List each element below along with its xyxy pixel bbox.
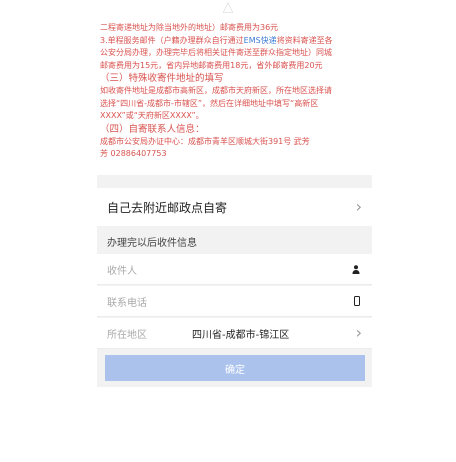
recipient-placeholder: 收件人 xyxy=(107,265,137,277)
notice-text: 3.单程服务邮件（户籍办理群众自行通过 xyxy=(100,35,244,45)
notice-line: 公安分局办理，办理完毕后将相关证件寄送至群众指定地址）同城 xyxy=(100,48,332,57)
notice-text: 将资料寄递至各 xyxy=(276,35,333,45)
confirm-button[interactable]: 确定 xyxy=(105,355,365,381)
notice-line: XXXX”或“天府新区XXXX”。 xyxy=(100,111,204,120)
self-send-row[interactable]: 自己去附近邮政点自寄 › xyxy=(97,188,372,226)
notice-line: 成都市公安局办证中心：成都市青羊区顺城大街391号 武芳 xyxy=(100,136,310,146)
chevron-right-icon: › xyxy=(355,197,362,216)
notice-line: 邮寄费用为15元，省内异地邮寄费用18元，省外邮寄费用20元 xyxy=(100,60,323,70)
receive-section-title: 办理完以后收件信息 xyxy=(107,238,197,249)
phone-icon xyxy=(354,296,360,306)
notice-line: 芳 02886407753 xyxy=(100,149,167,158)
phone-placeholder: 联系电话 xyxy=(107,297,147,309)
person-icon xyxy=(352,264,360,274)
region-selector[interactable]: 所在地区 四川省-成都市-锦江区 › xyxy=(97,318,372,349)
faded-logo-mark: △ xyxy=(222,0,234,15)
ems-link[interactable]: EMS快递 xyxy=(244,36,277,45)
notice-line: 3.单程服务邮件（户籍办理群众自行通过EMS快递将资料寄递至各 xyxy=(100,35,372,48)
notice-line: 二程寄递地址为除当地外的地址）邮寄费用为36元 xyxy=(100,23,279,32)
notice-line: 如收寄件地址是成都市高新区，成都市天府新区，所在地区选择请 xyxy=(100,86,332,95)
notice-heading-3: （三）特殊收寄件地址的填写 xyxy=(100,73,224,84)
recipient-field[interactable]: 收件人 xyxy=(97,254,372,285)
chevron-right-icon: › xyxy=(355,323,362,342)
phone-field[interactable]: 联系电话 xyxy=(97,286,372,317)
notice-heading-4: （四）自寄联系人信息： xyxy=(100,123,205,135)
form-panel: 自己去附近邮政点自寄 › 办理完以后收件信息 收件人 联系电话 所在地区 四川省… xyxy=(97,175,372,387)
notice-line: 选择“四川省-成都市-市辖区”，然后在详细地址中填写“高新区 xyxy=(100,98,319,108)
region-value: 四川省-成都市-锦江区 xyxy=(192,329,290,341)
self-send-label: 自己去附近邮政点自寄 xyxy=(107,200,228,215)
region-label: 所在地区 xyxy=(107,329,147,341)
notice-text-block: 二程寄递地址为除当地外的地址）邮寄费用为36元 3.单程服务邮件（户籍办理群众自… xyxy=(100,22,372,161)
